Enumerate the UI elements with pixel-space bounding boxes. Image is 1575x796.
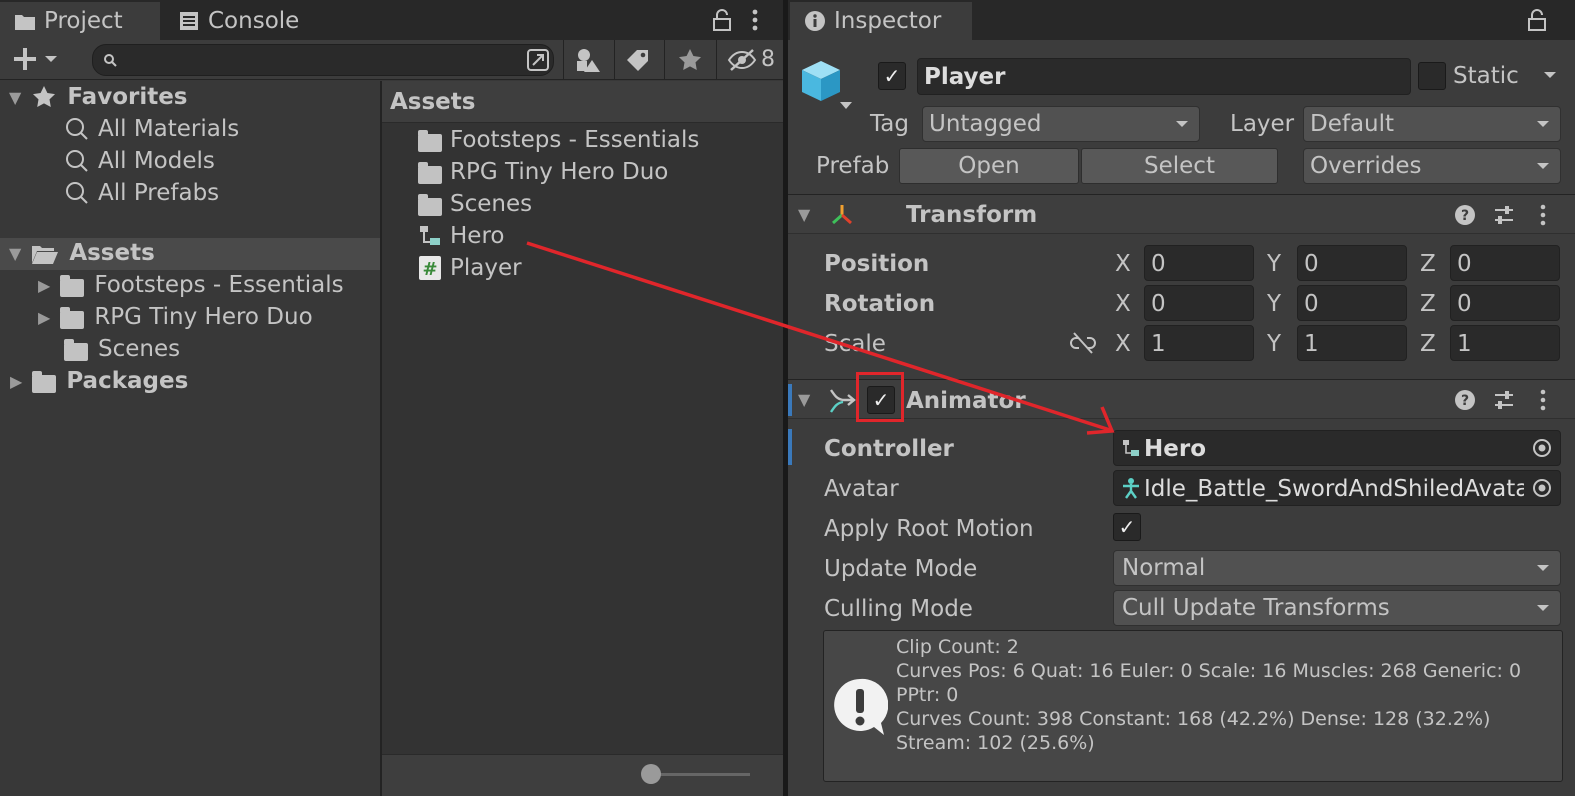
annotation-arrow [526, 241, 1115, 435]
